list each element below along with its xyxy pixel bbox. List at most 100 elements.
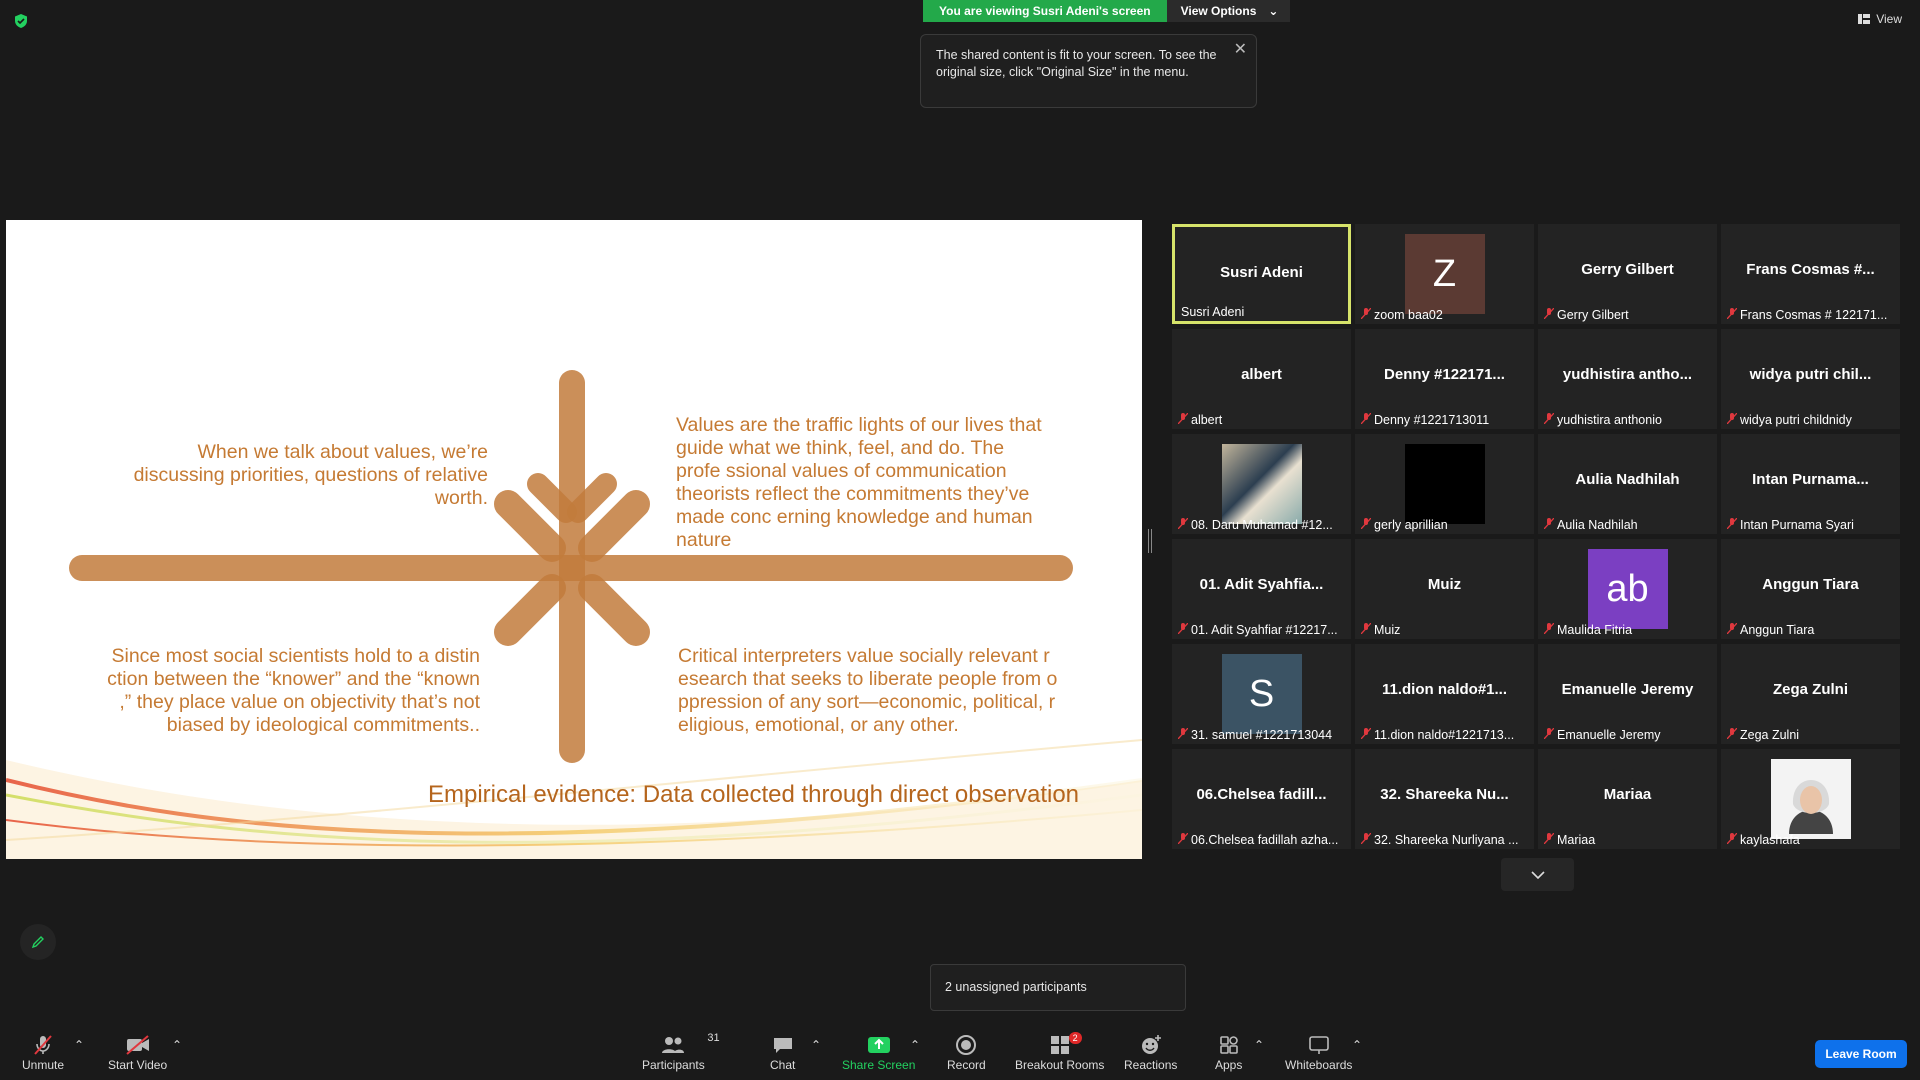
muted-mic-icon xyxy=(1544,623,1555,637)
muted-mic-icon xyxy=(1178,518,1189,532)
slide-text-top-right: Values are the traffic lights of our liv… xyxy=(676,414,1042,551)
slide-text-bottom-right: Critical interpreters value socially rel… xyxy=(678,645,1058,736)
participant-tile[interactable]: ab Maulida Fitria xyxy=(1538,539,1717,639)
participant-display-name: Zega Zulni xyxy=(1773,681,1848,698)
participant-name: kaylashafa xyxy=(1740,833,1800,847)
muted-mic-icon xyxy=(31,1032,55,1058)
participant-name-label: Aulia Nadhilah xyxy=(1544,518,1713,532)
participant-display-name: Denny #122171... xyxy=(1384,366,1505,383)
participant-name-label: Mariaa xyxy=(1544,833,1713,847)
smiley-icon xyxy=(1139,1032,1163,1058)
slide-text-top-left: When we talk about values, we’re discuss… xyxy=(133,441,488,509)
muted-mic-icon xyxy=(1361,623,1372,637)
participant-display-name: albert xyxy=(1241,366,1282,383)
participant-tile[interactable]: S 31. samuel #1221713044 xyxy=(1172,644,1351,744)
pencil-icon xyxy=(31,936,44,949)
muted-mic-icon xyxy=(1544,308,1555,322)
apps-options-caret-icon[interactable]: ⌃ xyxy=(1254,1038,1264,1052)
leave-room-button[interactable]: Leave Room xyxy=(1815,1040,1907,1068)
whiteboards-button[interactable]: Whiteboards xyxy=(1285,1032,1352,1072)
participant-name: 01. Adit Syahfiar #12217... xyxy=(1191,623,1338,637)
annotate-button[interactable] xyxy=(20,924,56,960)
participant-name: 32. Shareeka Nurliyana ... xyxy=(1374,833,1519,847)
breakout-rooms-button[interactable]: 2 Breakout Rooms xyxy=(1015,1032,1104,1072)
chat-button[interactable]: Chat xyxy=(770,1032,795,1072)
start-video-button[interactable]: Start Video xyxy=(108,1032,167,1072)
participant-tile[interactable]: Muiz Muiz xyxy=(1355,539,1534,639)
participant-display-name: 32. Shareeka Nu... xyxy=(1380,786,1509,803)
share-screen-button[interactable]: Share Screen xyxy=(842,1032,915,1072)
participant-name-label: Muiz xyxy=(1361,623,1530,637)
breakout-rooms-label: Breakout Rooms xyxy=(1015,1058,1105,1072)
participant-name-label: zoom baa02 xyxy=(1361,308,1530,322)
tooltip-text: The shared content is fit to your screen… xyxy=(936,48,1217,79)
participant-tile[interactable]: Denny #122171... Denny #1221713011 xyxy=(1355,329,1534,429)
participant-name-label: widya putri childnidy xyxy=(1727,413,1896,427)
apps-button[interactable]: Apps xyxy=(1215,1032,1242,1072)
participant-tile[interactable]: 01. Adit Syahfia... 01. Adit Syahfiar #12… xyxy=(1172,539,1351,639)
muted-mic-icon xyxy=(1178,728,1189,742)
participant-name: albert xyxy=(1191,413,1223,427)
muted-mic-icon xyxy=(1727,518,1738,532)
avatar xyxy=(1404,444,1485,524)
participant-name-label: 31. samuel #1221713044 xyxy=(1178,728,1347,742)
participant-tile[interactable]: kaylashafa xyxy=(1721,749,1900,849)
start-video-label: Start Video xyxy=(108,1058,168,1072)
participant-name: 11.dion naldo#1221713... xyxy=(1374,728,1515,742)
participant-tile[interactable]: Mariaa Mariaa xyxy=(1538,749,1717,849)
participant-display-name: Frans Cosmas #... xyxy=(1746,261,1875,278)
participant-name: 08. Daru Muhamad #12... xyxy=(1191,518,1333,532)
participant-name: Gerry Gilbert xyxy=(1557,308,1629,322)
slide-footer: Empirical evidence: Data collected throu… xyxy=(428,781,1080,808)
unmute-button[interactable]: Unmute xyxy=(22,1032,64,1072)
shield-icon[interactable] xyxy=(13,13,29,29)
participant-name: Frans Cosmas # 122171... xyxy=(1740,308,1888,322)
video-options-caret-icon[interactable]: ⌃ xyxy=(172,1038,182,1052)
participant-name-label: Maulida Fitria xyxy=(1544,623,1713,637)
avatar: S xyxy=(1221,654,1302,734)
participant-name: Susri Adeni xyxy=(1181,305,1245,319)
participant-tile[interactable]: Aulia Nadhilah Aulia Nadhilah xyxy=(1538,434,1717,534)
participant-display-name: Muiz xyxy=(1427,576,1462,593)
next-page-button[interactable] xyxy=(1501,858,1574,891)
whiteboards-options-caret-icon[interactable]: ⌃ xyxy=(1352,1038,1362,1052)
participant-tile[interactable]: gerly aprillian xyxy=(1355,434,1534,534)
participant-name: Mariaa xyxy=(1557,833,1596,847)
participant-tile[interactable]: Susri Adeni Susri Adeni xyxy=(1172,224,1351,324)
close-icon[interactable]: ✕ xyxy=(1234,41,1247,58)
participant-name: 31. samuel #1221713044 xyxy=(1191,728,1333,742)
participant-name-label: Anggun Tiara xyxy=(1727,623,1896,637)
participant-tile[interactable]: Anggun Tiara Anggun Tiara xyxy=(1721,539,1900,639)
shared-screen-slide: When we talk about values, we’re discuss… xyxy=(6,220,1142,859)
participant-display-name: Gerry Gilbert xyxy=(1581,261,1674,278)
participant-tile[interactable]: albert albert xyxy=(1172,329,1351,429)
participant-tile[interactable]: 06.Chelsea fadill... 06.Chelsea fadillah … xyxy=(1172,749,1351,849)
resize-handle[interactable] xyxy=(1148,529,1152,553)
record-label: Record xyxy=(947,1058,986,1072)
participant-tile[interactable]: yudhistira antho... yudhistira anthonio xyxy=(1538,329,1717,429)
participant-name-label: yudhistira anthonio xyxy=(1544,413,1713,427)
participant-tile[interactable]: Emanuelle Jeremy Emanuelle Jeremy xyxy=(1538,644,1717,744)
participants-button[interactable]: 31 Participants xyxy=(642,1032,720,1072)
participant-tile[interactable]: Gerry Gilbert Gerry Gilbert xyxy=(1538,224,1717,324)
muted-mic-icon xyxy=(1544,518,1555,532)
participant-tile[interactable]: widya putri chil... widya putri childnidy xyxy=(1721,329,1900,429)
record-button[interactable]: Record xyxy=(947,1032,986,1072)
participant-tile[interactable]: Frans Cosmas #... Frans Cosmas # 122171..… xyxy=(1721,224,1900,324)
chat-options-caret-icon[interactable]: ⌃ xyxy=(811,1038,821,1052)
participant-tile[interactable]: 11.dion naldo#1... 11.dion naldo#1221713.… xyxy=(1355,644,1534,744)
participant-display-name: 06.Chelsea fadill... xyxy=(1196,786,1327,803)
muted-mic-icon xyxy=(1178,833,1189,847)
avatar-initial: S xyxy=(1248,672,1275,715)
participant-tile[interactable]: Intan Purnama... Intan Purnama Syari xyxy=(1721,434,1900,534)
reactions-button[interactable]: Reactions xyxy=(1124,1032,1177,1072)
participant-tile[interactable]: Zzoom baa02 xyxy=(1355,224,1534,324)
participant-name: Aulia Nadhilah xyxy=(1557,518,1638,532)
view-options-button[interactable]: View Options ⌄ xyxy=(1166,0,1291,22)
participant-tile[interactable]: 08. Daru Muhamad #12... xyxy=(1172,434,1351,534)
participant-tile[interactable]: 32. Shareeka Nu... 32. Shareeka Nurliyana… xyxy=(1355,749,1534,849)
view-button[interactable]: View xyxy=(1858,12,1902,26)
share-options-caret-icon[interactable]: ⌃ xyxy=(910,1038,920,1052)
audio-options-caret-icon[interactable]: ⌃ xyxy=(74,1038,84,1052)
participant-tile[interactable]: Zega Zulni Zega Zulni xyxy=(1721,644,1900,744)
